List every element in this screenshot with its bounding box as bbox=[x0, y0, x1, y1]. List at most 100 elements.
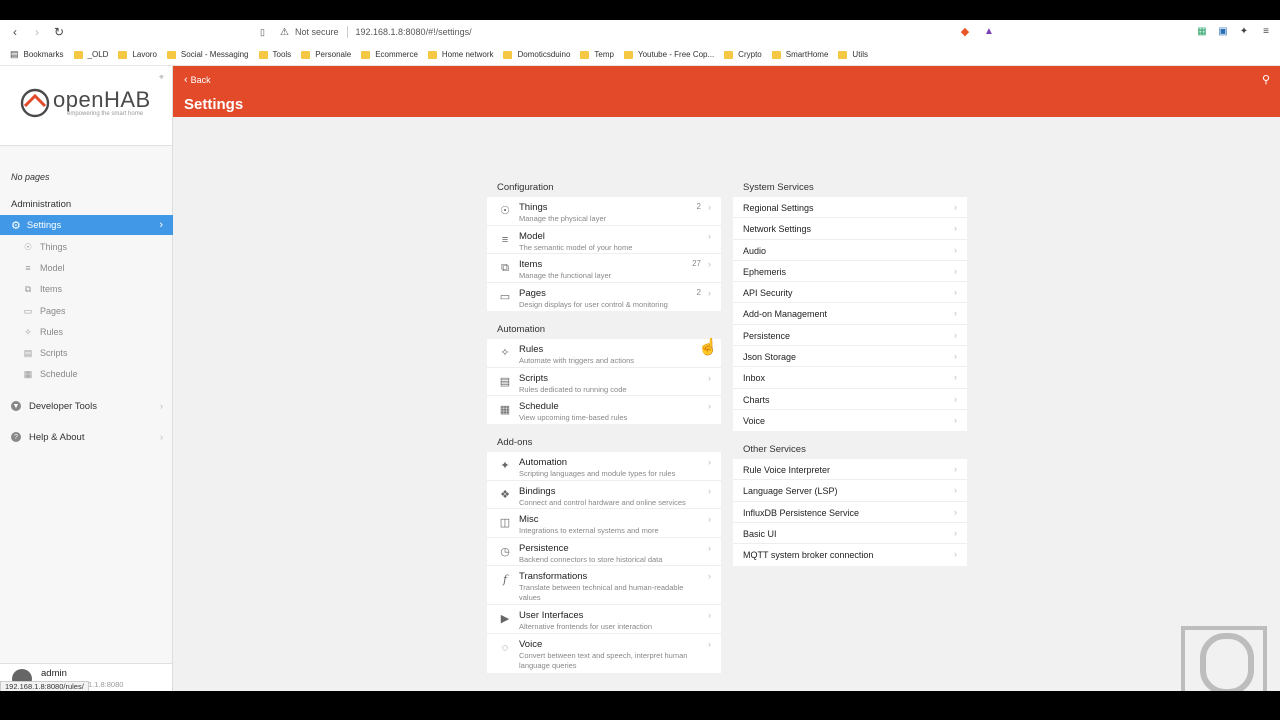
list-item-language-server[interactable]: Language Server (LSP) › bbox=[733, 480, 967, 502]
bookmark-folder[interactable]: Home network bbox=[427, 50, 493, 59]
sidebar-item-things[interactable]: ☉ Things bbox=[22, 240, 67, 254]
addons-title: Add-ons bbox=[497, 437, 533, 448]
folder-icon bbox=[301, 50, 311, 59]
sidebar-item-developer-tools[interactable]: ▼ Developer Tools › bbox=[11, 399, 163, 413]
extensions-puzzle-icon[interactable]: ✦ bbox=[1237, 24, 1251, 38]
list-item-voice-addons[interactable]: ◌ Voice Convert between text and speech,… bbox=[487, 634, 721, 673]
folder-icon bbox=[724, 50, 734, 59]
bookmark-folder[interactable]: SmartHome bbox=[771, 50, 828, 59]
sparkle-icon: ✦ bbox=[500, 460, 510, 472]
list-item-voice-service[interactable]: Voice › bbox=[733, 410, 967, 431]
list-item-model[interactable]: ≡ Model The semantic model of your home … bbox=[487, 226, 721, 254]
list-item-audio[interactable]: Audio › bbox=[733, 240, 967, 261]
list-item-persistence-service[interactable]: Persistence › bbox=[733, 325, 967, 347]
no-pages-label: No pages bbox=[11, 172, 50, 182]
list-item-rule-voice-interpreter[interactable]: Rule Voice Interpreter › bbox=[733, 459, 967, 481]
hand-cursor-icon: ☝ bbox=[698, 339, 718, 356]
list-item-scripts[interactable]: ▤ Scripts Rules dedicated to running cod… bbox=[487, 368, 721, 396]
list-item-json-storage[interactable]: Json Storage › bbox=[733, 346, 967, 368]
count-badge: 2 bbox=[696, 287, 701, 297]
list-item-schedule[interactable]: ▦ Schedule View upcoming time-based rule… bbox=[487, 396, 721, 424]
sidebar-item-items[interactable]: ⧉ Items bbox=[22, 282, 62, 296]
list-item-things[interactable]: ☉ Things Manage the physical layer 2 › bbox=[487, 197, 721, 226]
back-arrow-icon[interactable]: ‹ bbox=[4, 21, 26, 43]
bookmark-folder[interactable]: Temp bbox=[580, 50, 614, 59]
bookmark-folder[interactable]: Social - Messaging bbox=[166, 50, 249, 59]
list-item-mqtt-broker[interactable]: MQTT system broker connection › bbox=[733, 544, 967, 565]
openhab-logo[interactable]: openHAB empowering the smart home bbox=[20, 88, 151, 118]
sidebar-item-settings[interactable]: ⚙ Settings › bbox=[0, 215, 173, 235]
bookmark-folder[interactable]: Tools bbox=[258, 50, 291, 59]
document-icon: ▤ bbox=[499, 375, 511, 388]
bookmark-folder[interactable]: Lavoro bbox=[118, 50, 157, 59]
security-status: Not secure bbox=[294, 27, 339, 37]
sidebar-item-pages[interactable]: ▭ Pages bbox=[22, 304, 66, 318]
list-item-charts[interactable]: Charts › bbox=[733, 389, 967, 410]
list-item-regional-settings[interactable]: Regional Settings › bbox=[733, 197, 967, 219]
sidebar-item-scripts[interactable]: ▤ Scripts bbox=[22, 346, 68, 360]
list-item-bindings[interactable]: ❖ Bindings Connect and control hardware … bbox=[487, 481, 721, 509]
list-item-items[interactable]: ⧉ Items Manage the functional layer 27 › bbox=[487, 254, 721, 283]
folder-icon bbox=[361, 50, 371, 59]
bookmark-folder[interactable]: _OLD bbox=[73, 50, 108, 59]
rewards-triangle-icon[interactable]: ▲ bbox=[982, 24, 996, 38]
list-item-inbox[interactable]: Inbox › bbox=[733, 367, 967, 389]
chevron-right-icon: › bbox=[954, 506, 957, 517]
bookmark-folder[interactable]: Youtube - Free Cop... bbox=[623, 50, 714, 59]
watermark-logo bbox=[1181, 626, 1267, 691]
pin-icon[interactable]: ⌖ bbox=[159, 72, 164, 83]
sidebar-item-help[interactable]: ? Help & About › bbox=[11, 430, 163, 444]
list-item-addon-management[interactable]: Add-on Management › bbox=[733, 303, 967, 325]
bookmark-folder[interactable]: Crypto bbox=[724, 50, 762, 59]
chevron-right-icon: › bbox=[708, 571, 711, 581]
sidebar-item-schedule[interactable]: ▦ Schedule bbox=[22, 367, 78, 381]
list-item-basic-ui[interactable]: Basic UI › bbox=[733, 523, 967, 545]
list-item-network-settings[interactable]: Network Settings › bbox=[733, 218, 967, 240]
other-services-card: Rule Voice Interpreter › Language Server … bbox=[733, 459, 967, 566]
brave-shield-icon[interactable]: ◆ bbox=[958, 24, 972, 38]
bookmark-item[interactable]: ▤ Bookmarks bbox=[10, 49, 64, 60]
bookmark-folder[interactable]: Utils bbox=[838, 50, 868, 59]
bookmark-folder[interactable]: Ecommerce bbox=[361, 50, 418, 59]
bookmark-icon[interactable]: ▯ bbox=[260, 27, 265, 38]
history-icon: ◷ bbox=[500, 545, 510, 558]
list-icon: ≡ bbox=[501, 233, 509, 246]
list-item-api-security[interactable]: API Security › bbox=[733, 282, 967, 304]
bookmark-folder[interactable]: Domoticsduino bbox=[503, 50, 570, 59]
reload-icon[interactable]: ↻ bbox=[48, 21, 70, 43]
chevron-right-icon: › bbox=[708, 259, 711, 269]
menu-icon[interactable]: ≡ bbox=[1259, 24, 1273, 38]
system-services-card: Regional Settings › Network Settings › Aud… bbox=[733, 197, 967, 431]
monitor-icon: ▭ bbox=[499, 290, 511, 303]
list-item-transformations[interactable]: f Transformations Translate between tech… bbox=[487, 566, 721, 605]
list-item-rules[interactable]: ✧ Rules Automate with triggers and actio… bbox=[487, 339, 721, 368]
search-icon[interactable]: ⚲ bbox=[1262, 73, 1270, 86]
logo-area: ⌖ openHAB empowering the smart home bbox=[0, 66, 172, 146]
folder-icon bbox=[73, 50, 83, 59]
list-item-user-interfaces[interactable]: ▶ User Interfaces Alternative frontends … bbox=[487, 605, 721, 634]
chevron-right-icon: › bbox=[160, 432, 163, 442]
folder-icon bbox=[503, 50, 513, 59]
folder-icon bbox=[771, 50, 781, 59]
chevron-right-icon: › bbox=[708, 287, 711, 298]
list-item-pages[interactable]: ▭ Pages Design displays for user control… bbox=[487, 283, 721, 312]
list-item-persistence-addons[interactable]: ◷ Persistence Backend connectors to stor… bbox=[487, 538, 721, 566]
count-badge: 2 bbox=[696, 202, 701, 211]
sidebar-item-model[interactable]: ≡ Model bbox=[22, 261, 64, 275]
extension-panel-icon[interactable]: ▣ bbox=[1216, 24, 1230, 38]
status-url-tooltip: 192.168.1.8:8080/rules/ bbox=[0, 681, 89, 691]
forward-arrow-icon[interactable]: › bbox=[26, 21, 48, 43]
folder-icon bbox=[623, 50, 633, 59]
list-item-influxdb[interactable]: InfluxDB Persistence Service › bbox=[733, 502, 967, 523]
list-item-misc[interactable]: ◫ Misc Integrations to external systems … bbox=[487, 509, 721, 538]
back-button[interactable]: ‹ Back bbox=[184, 74, 211, 86]
chevron-left-icon: ‹ bbox=[184, 74, 188, 86]
sidebar-item-rules[interactable]: ✧ Rules bbox=[22, 325, 63, 339]
extension-sheet-icon[interactable]: ▦ bbox=[1195, 24, 1209, 38]
url-text[interactable]: 192.168.1.8:8080/#!/settings/ bbox=[356, 27, 472, 37]
wand-icon: ✧ bbox=[24, 326, 32, 337]
list-item-automation-addons[interactable]: ✦ Automation Scripting languages and mod… bbox=[487, 452, 721, 481]
bookmark-folder[interactable]: Personale bbox=[301, 50, 351, 59]
list-item-ephemeris[interactable]: Ephemeris › bbox=[733, 261, 967, 283]
url-field[interactable]: ▯ ⚠ Not secure 192.168.1.8:8080/#!/setti… bbox=[256, 22, 952, 42]
